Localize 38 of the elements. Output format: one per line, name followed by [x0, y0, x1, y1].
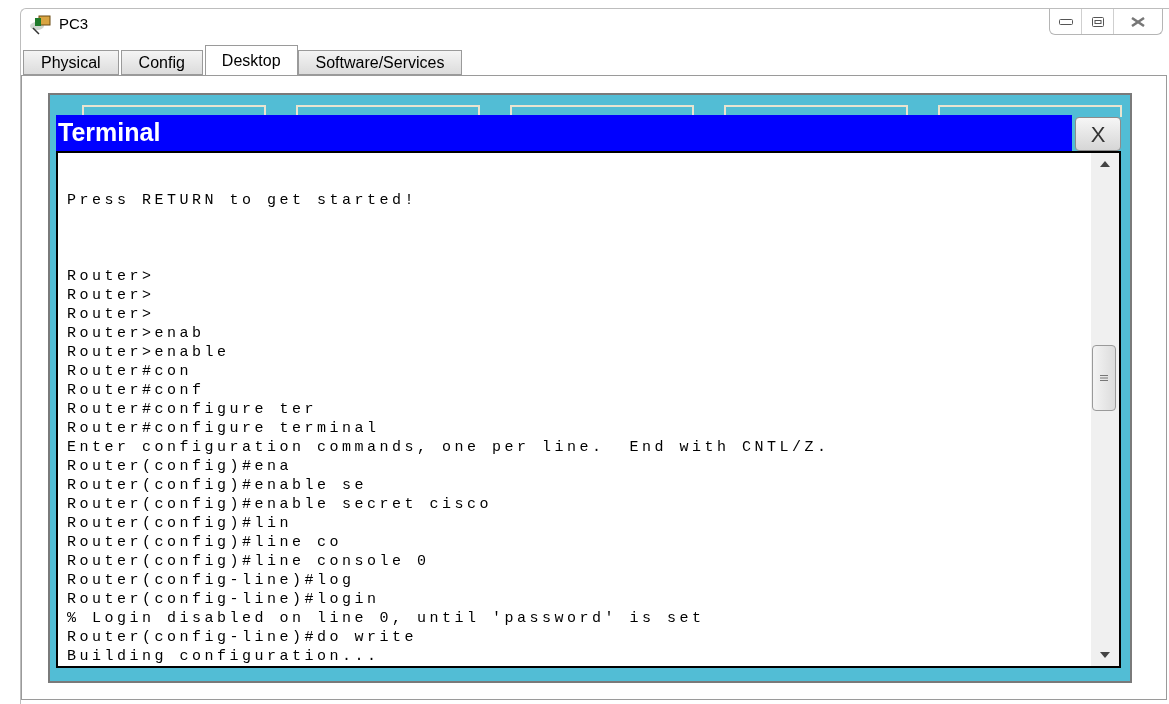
terminal-line: Router#configure terminal	[67, 419, 380, 438]
terminal-line: Building configuration...	[67, 647, 380, 666]
minimize-icon	[1058, 18, 1073, 25]
terminal-line: Router>	[67, 305, 155, 324]
terminal-line: % Login disabled on line 0, until 'password' is set	[67, 609, 705, 628]
scroll-down-icon[interactable]	[1100, 652, 1110, 658]
tab[interactable]: Config	[120, 50, 203, 75]
terminal-line: Router#conf	[67, 381, 205, 400]
computer-icon	[29, 13, 53, 35]
terminal-close-button[interactable]: X	[1075, 117, 1121, 151]
terminal-line: Router>	[67, 286, 155, 305]
scroll-thumb[interactable]	[1092, 345, 1116, 411]
maximize-icon	[1091, 16, 1104, 27]
terminal-line: Router>enable	[67, 343, 230, 362]
terminal-line: Router#con	[67, 362, 192, 381]
scrollbar[interactable]	[1091, 153, 1119, 666]
tab[interactable]: Software/Services	[297, 50, 463, 75]
terminal-line: Router(config)#ena	[67, 457, 293, 476]
terminal-line: Router(config)#line co	[67, 533, 343, 552]
tab[interactable]: Desktop	[204, 45, 298, 75]
grip-icon	[1100, 375, 1108, 381]
terminal-line: Router>enab	[67, 324, 205, 343]
terminal-line: Router>	[67, 267, 155, 286]
terminal-line: Router(config-line)#do write	[67, 628, 418, 647]
terminal-line: Router(config)#lin	[67, 514, 293, 533]
terminal-line: Router(config-line)#log	[67, 571, 355, 590]
terminal-line: Router(config)#line console 0	[67, 552, 430, 571]
terminal-line: Enter configuration commands, one per line. End with CNTL/Z.	[67, 438, 830, 457]
terminal-line: Router(config)#enable secret cisco	[67, 495, 493, 514]
terminal-line: Router#configure ter	[67, 400, 318, 419]
window-title: PC3	[59, 13, 89, 34]
tab[interactable]: Physical	[23, 50, 119, 75]
terminal-line: Press RETURN to get started!	[67, 191, 418, 210]
close-icon	[1131, 16, 1145, 27]
terminal-line: Router(config)#enable se	[67, 476, 368, 495]
terminal-title: Terminal	[58, 117, 161, 149]
scroll-up-icon[interactable]	[1100, 161, 1110, 167]
terminal-line: Router(config-line)#login	[67, 590, 380, 609]
